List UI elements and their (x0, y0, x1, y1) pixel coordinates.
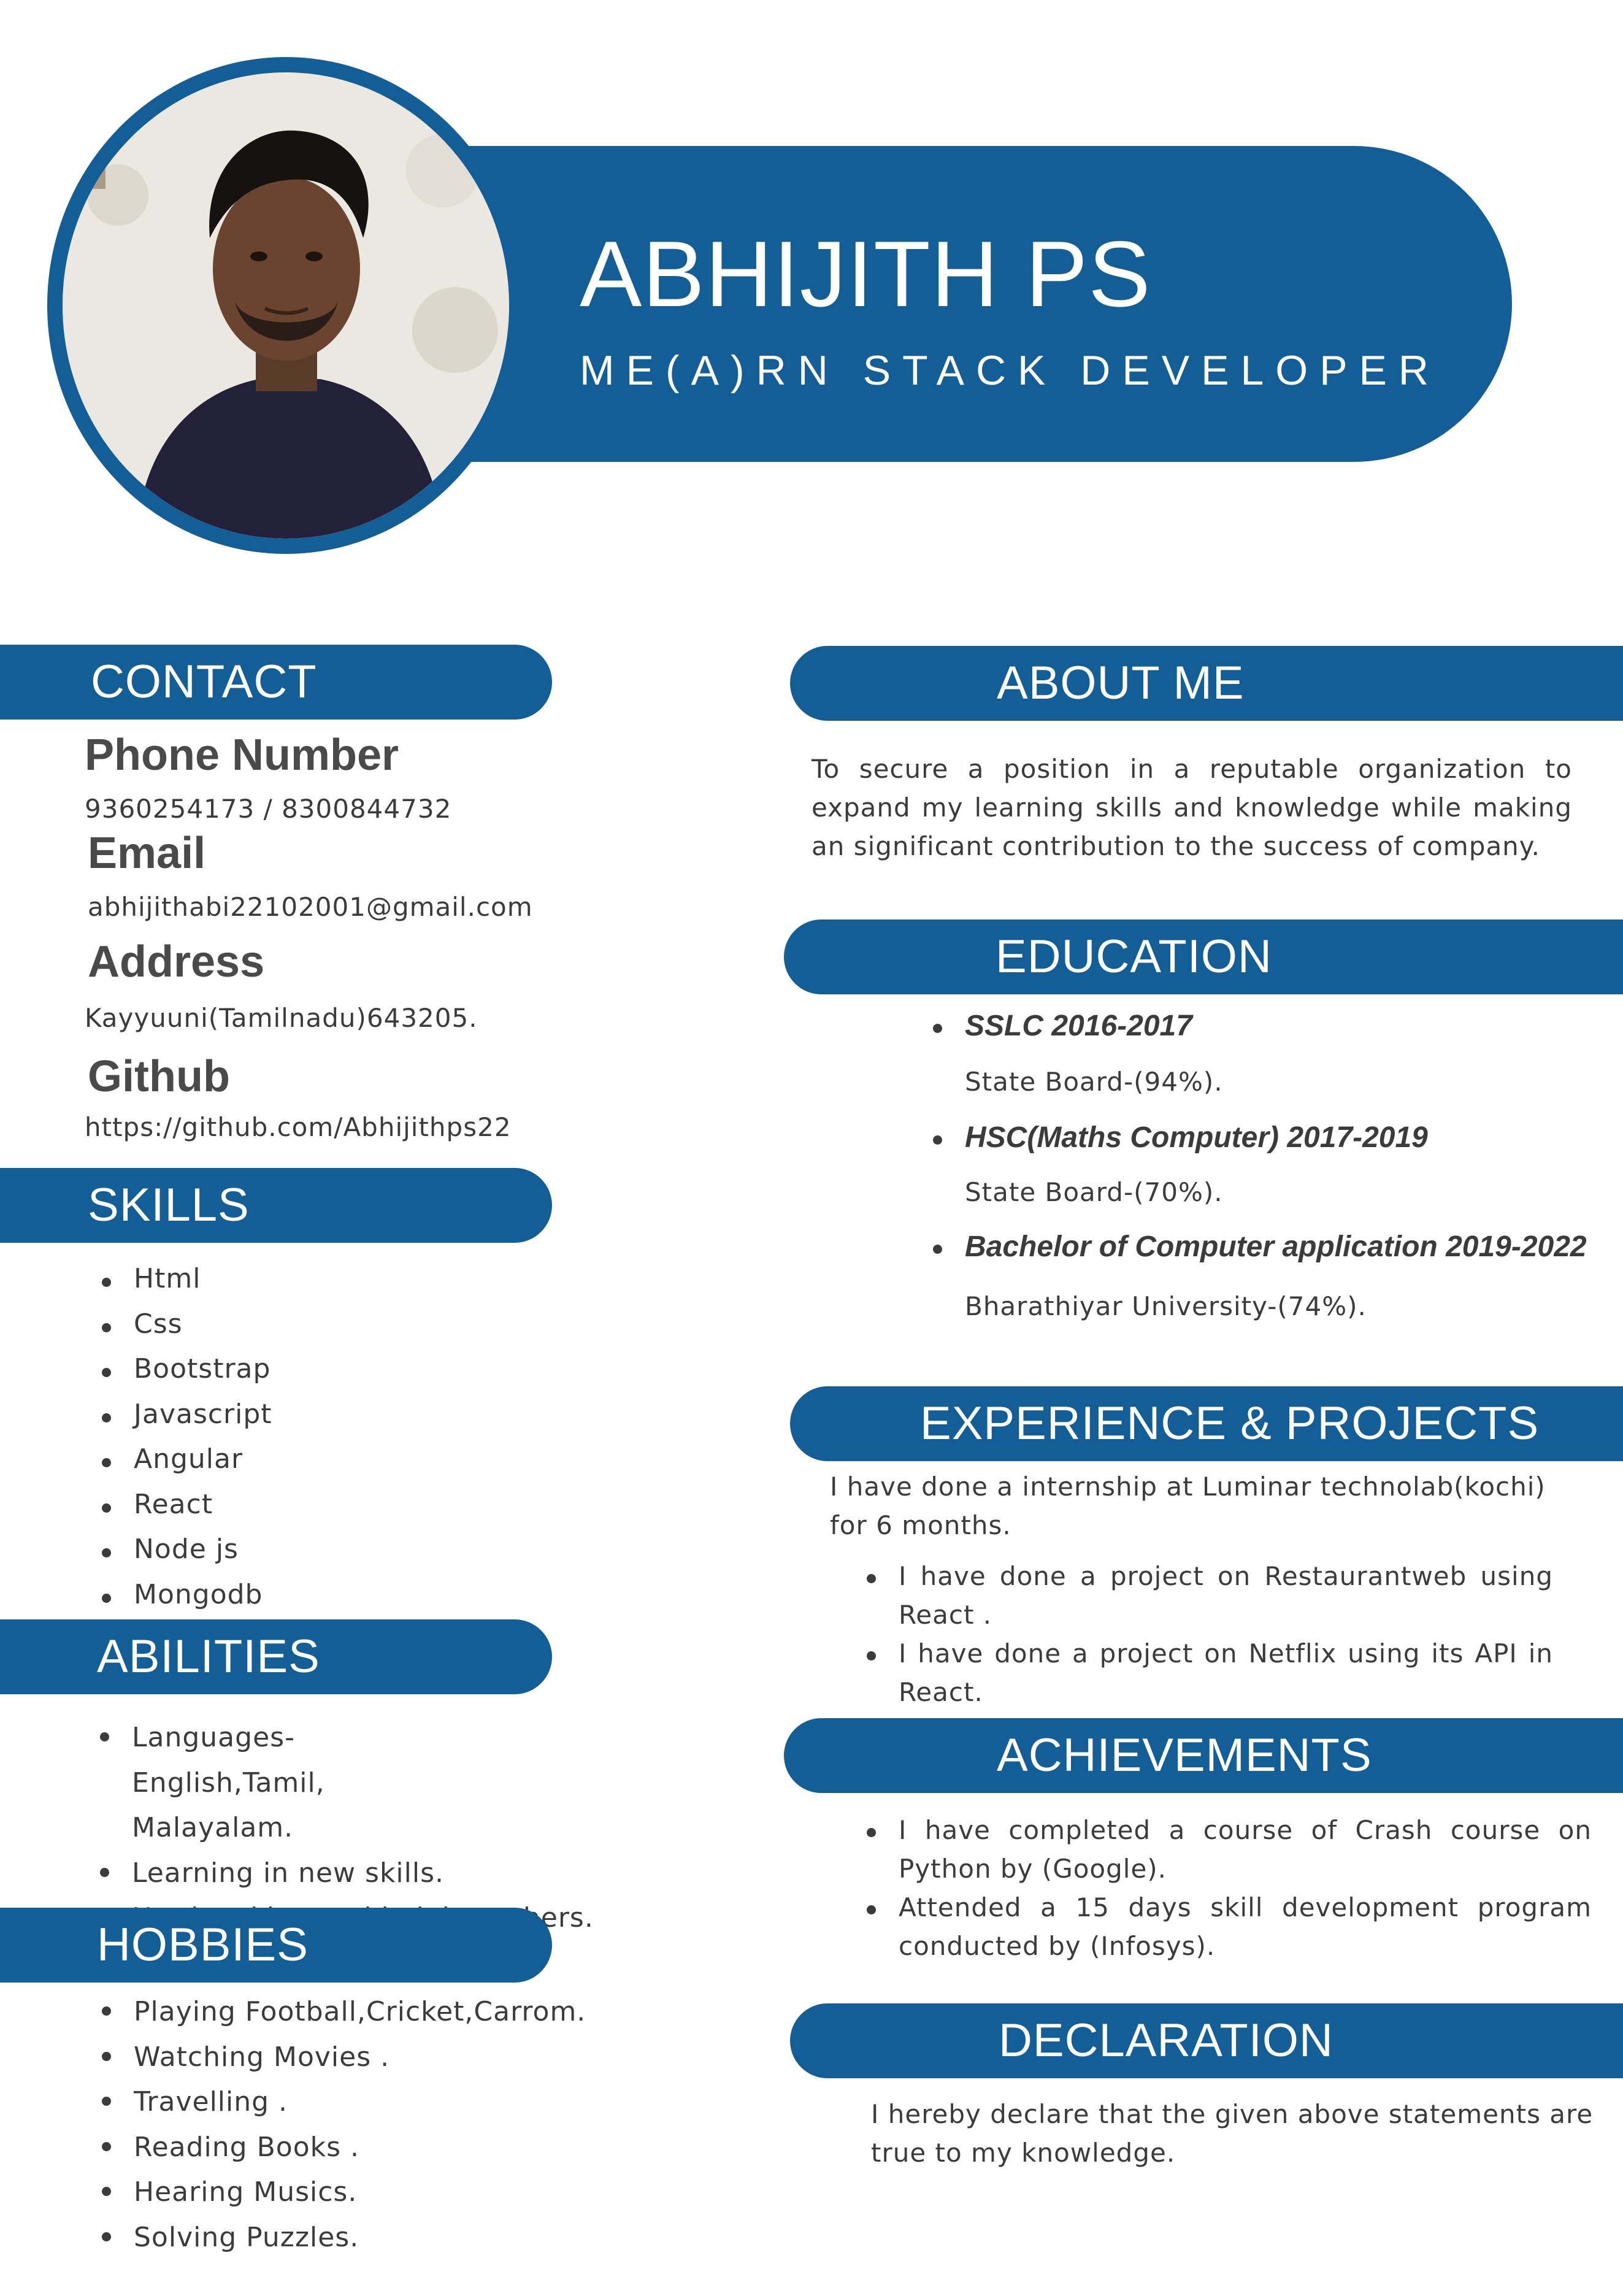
list-item: Css (102, 1306, 272, 1351)
list-item: Attended a 15 days skill development pro… (867, 1888, 1592, 1965)
education-detail: Bharathiyar University-(74%). (965, 1291, 1367, 1321)
list-item: I have completed a course of Crash cours… (867, 1811, 1592, 1888)
email-value[interactable]: abhijithabi22102001@gmail.com (88, 892, 533, 922)
list-item: Reading Books . (101, 2125, 586, 2170)
contact-header: CONTACT (0, 645, 552, 720)
achievements-title: ACHIEVEMENTS (997, 1729, 1372, 1781)
education-degree: HSC(Maths Computer) 2017-2019 (933, 1121, 1587, 1177)
list-item: Javascript (102, 1396, 272, 1442)
list-item: Node js (102, 1531, 272, 1576)
list-item: Travelling . (101, 2079, 586, 2125)
phone-label: Phone Number (85, 731, 399, 780)
list-item: Solving Puzzles. (101, 2215, 586, 2260)
candidate-name: ABHIJITH PS (580, 222, 1151, 326)
abilities-title: ABILITIES (97, 1630, 320, 1683)
candidate-role: ME(A)RN STACK DEVELOPER (580, 347, 1441, 394)
list-item: Angular (102, 1441, 272, 1486)
list-item: Html (102, 1261, 272, 1306)
hobbies-title: HOBBIES (97, 1919, 309, 1971)
experience-header: EXPERIENCE & PROJECTS (790, 1386, 1623, 1461)
list-item: Languages-English,Tamil, Malayalam. (100, 1715, 475, 1851)
declaration-header: DECLARATION (790, 2003, 1623, 2078)
phone-value: 9360254173 / 8300844732 (85, 794, 452, 824)
education-degree: SSLC 2016-2017 (933, 1009, 1587, 1067)
experience-intro: I have done a internship at Luminar tech… (830, 1472, 1546, 1540)
abilities-header: ABILITIES (0, 1619, 552, 1694)
skills-title: SKILLS (88, 1179, 250, 1231)
achievements-list: I have completed a course of Crash cours… (867, 1811, 1592, 1965)
skills-header: SKILLS (0, 1168, 552, 1243)
education-detail: State Board-(94%). (965, 1067, 1223, 1097)
list-item: Bootstrap (102, 1351, 272, 1396)
experience-title: EXPERIENCE & PROJECTS (920, 1397, 1540, 1449)
address-value: Kayyuuni(Tamilnadu)643205. (85, 1003, 478, 1033)
github-value[interactable]: https://github.com/Abhijithps22 (85, 1112, 512, 1142)
education-list: SSLC 2016-2017 State Board-(94%). HSC(Ma… (933, 1009, 1587, 1321)
education-degree: Bachelor of Computer application 2019-20… (933, 1230, 1587, 1291)
achievements-header: ACHIEVEMENTS (784, 1718, 1623, 1793)
list-item: Playing Football,Cricket,Carrom. (101, 1989, 586, 2035)
list-item: Watching Movies . (101, 2035, 586, 2080)
about-title: ABOUT ME (997, 657, 1245, 709)
list-item: I have done a project on Restaurantweb u… (867, 1557, 1553, 1634)
list-item: I have done a project on Netflix using i… (867, 1634, 1553, 1711)
email-label: Email (88, 829, 206, 878)
abilities-list: Languages-English,Tamil, Malayalam. Lear… (100, 1715, 593, 1941)
education-title: EDUCATION (996, 931, 1272, 983)
github-label: Github (88, 1052, 230, 1101)
education-detail: State Board-(70%). (965, 1177, 1223, 1207)
about-text: To secure a position in a reputable orga… (812, 754, 1572, 861)
profile-photo (63, 72, 509, 539)
list-item: Learning in new skills. (100, 1851, 475, 1896)
declaration-text: I hereby declare that the given above st… (871, 2099, 1594, 2168)
address-label: Address (88, 937, 265, 986)
skills-list: Html Css Bootstrap Javascript Angular Re… (102, 1261, 272, 1622)
declaration-title: DECLARATION (999, 2014, 1333, 2067)
education-header: EDUCATION (784, 920, 1623, 994)
about-header: ABOUT ME (790, 646, 1623, 721)
contact-title: CONTACT (91, 656, 317, 708)
hobbies-header: HOBBIES (0, 1908, 552, 1983)
list-item: Hearing Musics. (101, 2170, 586, 2215)
list-item: React (102, 1486, 272, 1532)
hobbies-list: Playing Football,Cricket,Carrom. Watchin… (101, 1989, 586, 2260)
experience-list: I have done a project on Restaurantweb u… (867, 1557, 1553, 1711)
list-item: Mongodb (102, 1576, 272, 1622)
